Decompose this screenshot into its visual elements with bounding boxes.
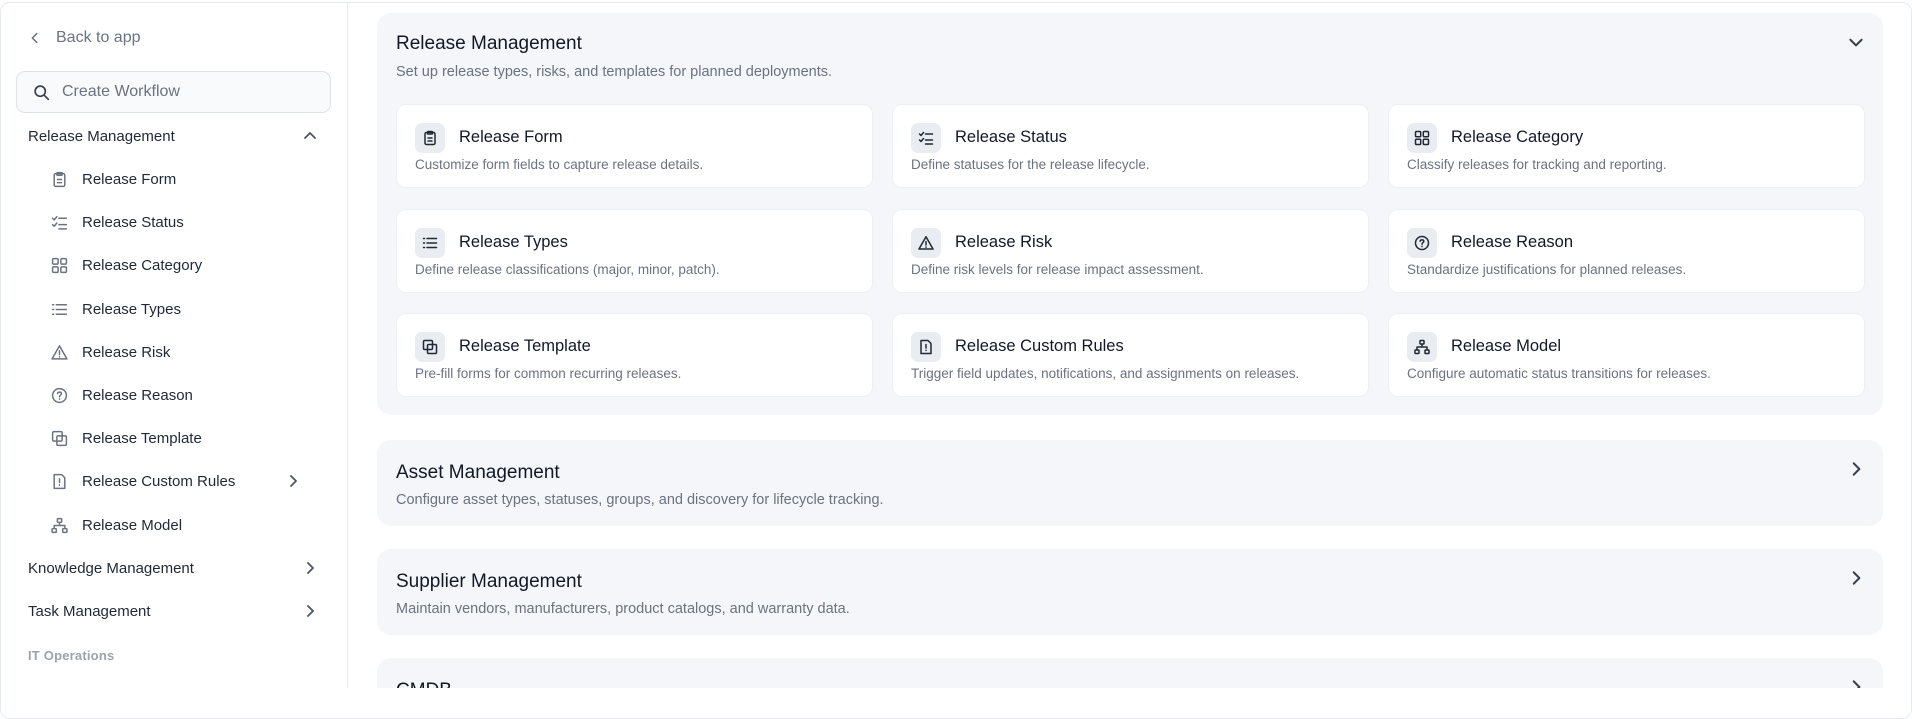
sidebar-item-release-form[interactable]: Release Form [51, 165, 311, 193]
card-description: Trigger field updates, notifications, an… [911, 366, 1300, 381]
panel-supplier-management[interactable]: Supplier Management Maintain vendors, ma… [377, 549, 1883, 635]
panel-cmdb[interactable]: CMDB [377, 658, 1883, 688]
clipboard-icon [51, 171, 68, 188]
chevron-right-icon[interactable] [302, 560, 318, 576]
panel-asset-management[interactable]: Asset Management Configure asset types, … [377, 440, 1883, 526]
card-release-form[interactable]: Release Form Customize form fields to ca… [396, 104, 873, 188]
chevron-up-icon[interactable] [302, 128, 318, 144]
warning-icon [51, 344, 68, 361]
sidebar-item-release-types[interactable]: Release Types [51, 295, 311, 323]
card-release-category[interactable]: Release Category Classify releases for t… [1388, 104, 1865, 188]
card-title: Release Status [955, 128, 1067, 146]
card-description: Classify releases for tracking and repor… [1407, 157, 1667, 172]
card-title: Release Risk [955, 233, 1053, 251]
sidebar-item-release-template[interactable]: Release Template [51, 424, 311, 452]
chevron-right-icon[interactable] [285, 473, 301, 489]
card-release-model[interactable]: Release Model Configure automatic status… [1388, 313, 1865, 397]
warning-icon [911, 228, 941, 258]
chevron-right-icon[interactable] [302, 603, 318, 619]
panel-description: Maintain vendors, manufacturers, product… [396, 601, 850, 617]
clipboard-icon [415, 123, 445, 153]
sidebar-item-release-reason[interactable]: Release Reason [51, 381, 311, 409]
card-description: Define statuses for the release lifecycl… [911, 157, 1150, 172]
card-title: Release Template [459, 337, 591, 355]
checklist-icon [51, 214, 68, 231]
panel-release-management: Release Management Set up release types,… [377, 13, 1883, 415]
sidebar-item-release-risk[interactable]: Release Risk [51, 338, 311, 366]
sidebar-item-label: Release Reason [82, 386, 193, 404]
bottom-edge [1, 688, 1911, 718]
panel-description: Set up release types, risks, and templat… [396, 64, 833, 80]
sidebar-item-release-status[interactable]: Release Status [51, 208, 311, 236]
list-icon [51, 301, 68, 318]
sidebar: Back to app Release Management Release F… [1, 3, 348, 688]
card-release-status[interactable]: Release Status Define statuses for the r… [892, 104, 1369, 188]
sidebar-item-label: Release Status [82, 213, 184, 231]
chevron-left-icon [31, 32, 38, 44]
card-description: Define release classifications (major, m… [415, 262, 720, 277]
list-icon [415, 228, 445, 258]
search-icon [34, 84, 50, 100]
sidebar-group-task-management[interactable]: Task Management [28, 597, 318, 625]
sidebar-item-label: Release Custom Rules [82, 472, 236, 490]
file-alert-icon [911, 332, 941, 362]
card-title: Release Form [459, 128, 563, 146]
panel-description: Configure asset types, statuses, groups,… [396, 492, 884, 508]
sidebar-group-knowledge-management[interactable]: Knowledge Management [28, 554, 318, 582]
card-title: Release Category [1451, 128, 1584, 146]
sidebar-item-release-model[interactable]: Release Model [51, 511, 311, 539]
sidebar-group-label: Knowledge Management [28, 559, 194, 577]
card-release-custom-rules[interactable]: Release Custom Rules Trigger field updat… [892, 313, 1369, 397]
card-description: Customize form fields to capture release… [415, 157, 704, 172]
card-title: Release Reason [1451, 233, 1573, 251]
card-description: Standardize justifications for planned r… [1407, 262, 1687, 277]
question-circle-icon [51, 387, 68, 404]
panel-title: Release Management [396, 33, 582, 54]
card-description: Configure automatic status transitions f… [1407, 366, 1711, 381]
panel-title: Supplier Management [396, 571, 582, 592]
sidebar-group-label: Task Management [28, 602, 151, 620]
sidebar-group-release-management[interactable]: Release Management [28, 122, 318, 150]
file-alert-icon [51, 473, 68, 490]
sidebar-item-label: Release Category [82, 256, 203, 274]
section-label-it-operations: IT Operations [28, 648, 115, 663]
sidebar-item-label: Release Form [82, 170, 177, 188]
card-release-reason[interactable]: Release Reason Standardize justification… [1388, 209, 1865, 293]
card-release-types[interactable]: Release Types Define release classificat… [396, 209, 873, 293]
card-title: Release Model [1451, 337, 1562, 355]
hierarchy-icon [1407, 332, 1437, 362]
sidebar-item-release-custom-rules[interactable]: Release Custom Rules [51, 467, 311, 495]
chevron-down-icon[interactable] [1847, 33, 1865, 51]
sidebar-item-label: Release Template [82, 429, 202, 447]
copy-icon [415, 332, 445, 362]
chevron-right-icon[interactable] [1847, 460, 1865, 478]
copy-icon [51, 430, 68, 447]
card-description: Define risk levels for release impact as… [911, 262, 1204, 277]
card-title: Release Custom Rules [955, 337, 1124, 355]
grid-icon [1407, 123, 1437, 153]
panel-title: Asset Management [396, 462, 560, 483]
sidebar-item-label: Release Risk [82, 343, 171, 361]
search-box[interactable] [16, 71, 331, 113]
card-description: Pre-fill forms for common recurring rele… [415, 366, 682, 381]
checklist-icon [911, 123, 941, 153]
question-circle-icon [1407, 228, 1437, 258]
card-title: Release Types [459, 233, 568, 251]
sidebar-item-label: Release Types [82, 300, 181, 318]
sidebar-group-label: Release Management [28, 127, 175, 145]
main-content: Release Management Set up release types,… [349, 3, 1911, 688]
back-to-app-link[interactable]: Back to app [28, 25, 141, 51]
card-release-template[interactable]: Release Template Pre-fill forms for comm… [396, 313, 873, 397]
chevron-right-icon[interactable] [1847, 569, 1865, 587]
sidebar-item-label: Release Model [82, 516, 183, 534]
grid-icon [51, 257, 68, 274]
hierarchy-icon [51, 517, 68, 534]
sidebar-item-release-category[interactable]: Release Category [51, 251, 311, 279]
chevron-right-icon[interactable] [1847, 678, 1865, 688]
card-release-risk[interactable]: Release Risk Define risk levels for rele… [892, 209, 1369, 293]
app-window: Back to app Release Management Release F… [0, 2, 1912, 719]
back-to-app-label: Back to app [56, 29, 141, 46]
panel-title: CMDB [396, 680, 452, 688]
search-input[interactable] [62, 83, 322, 101]
